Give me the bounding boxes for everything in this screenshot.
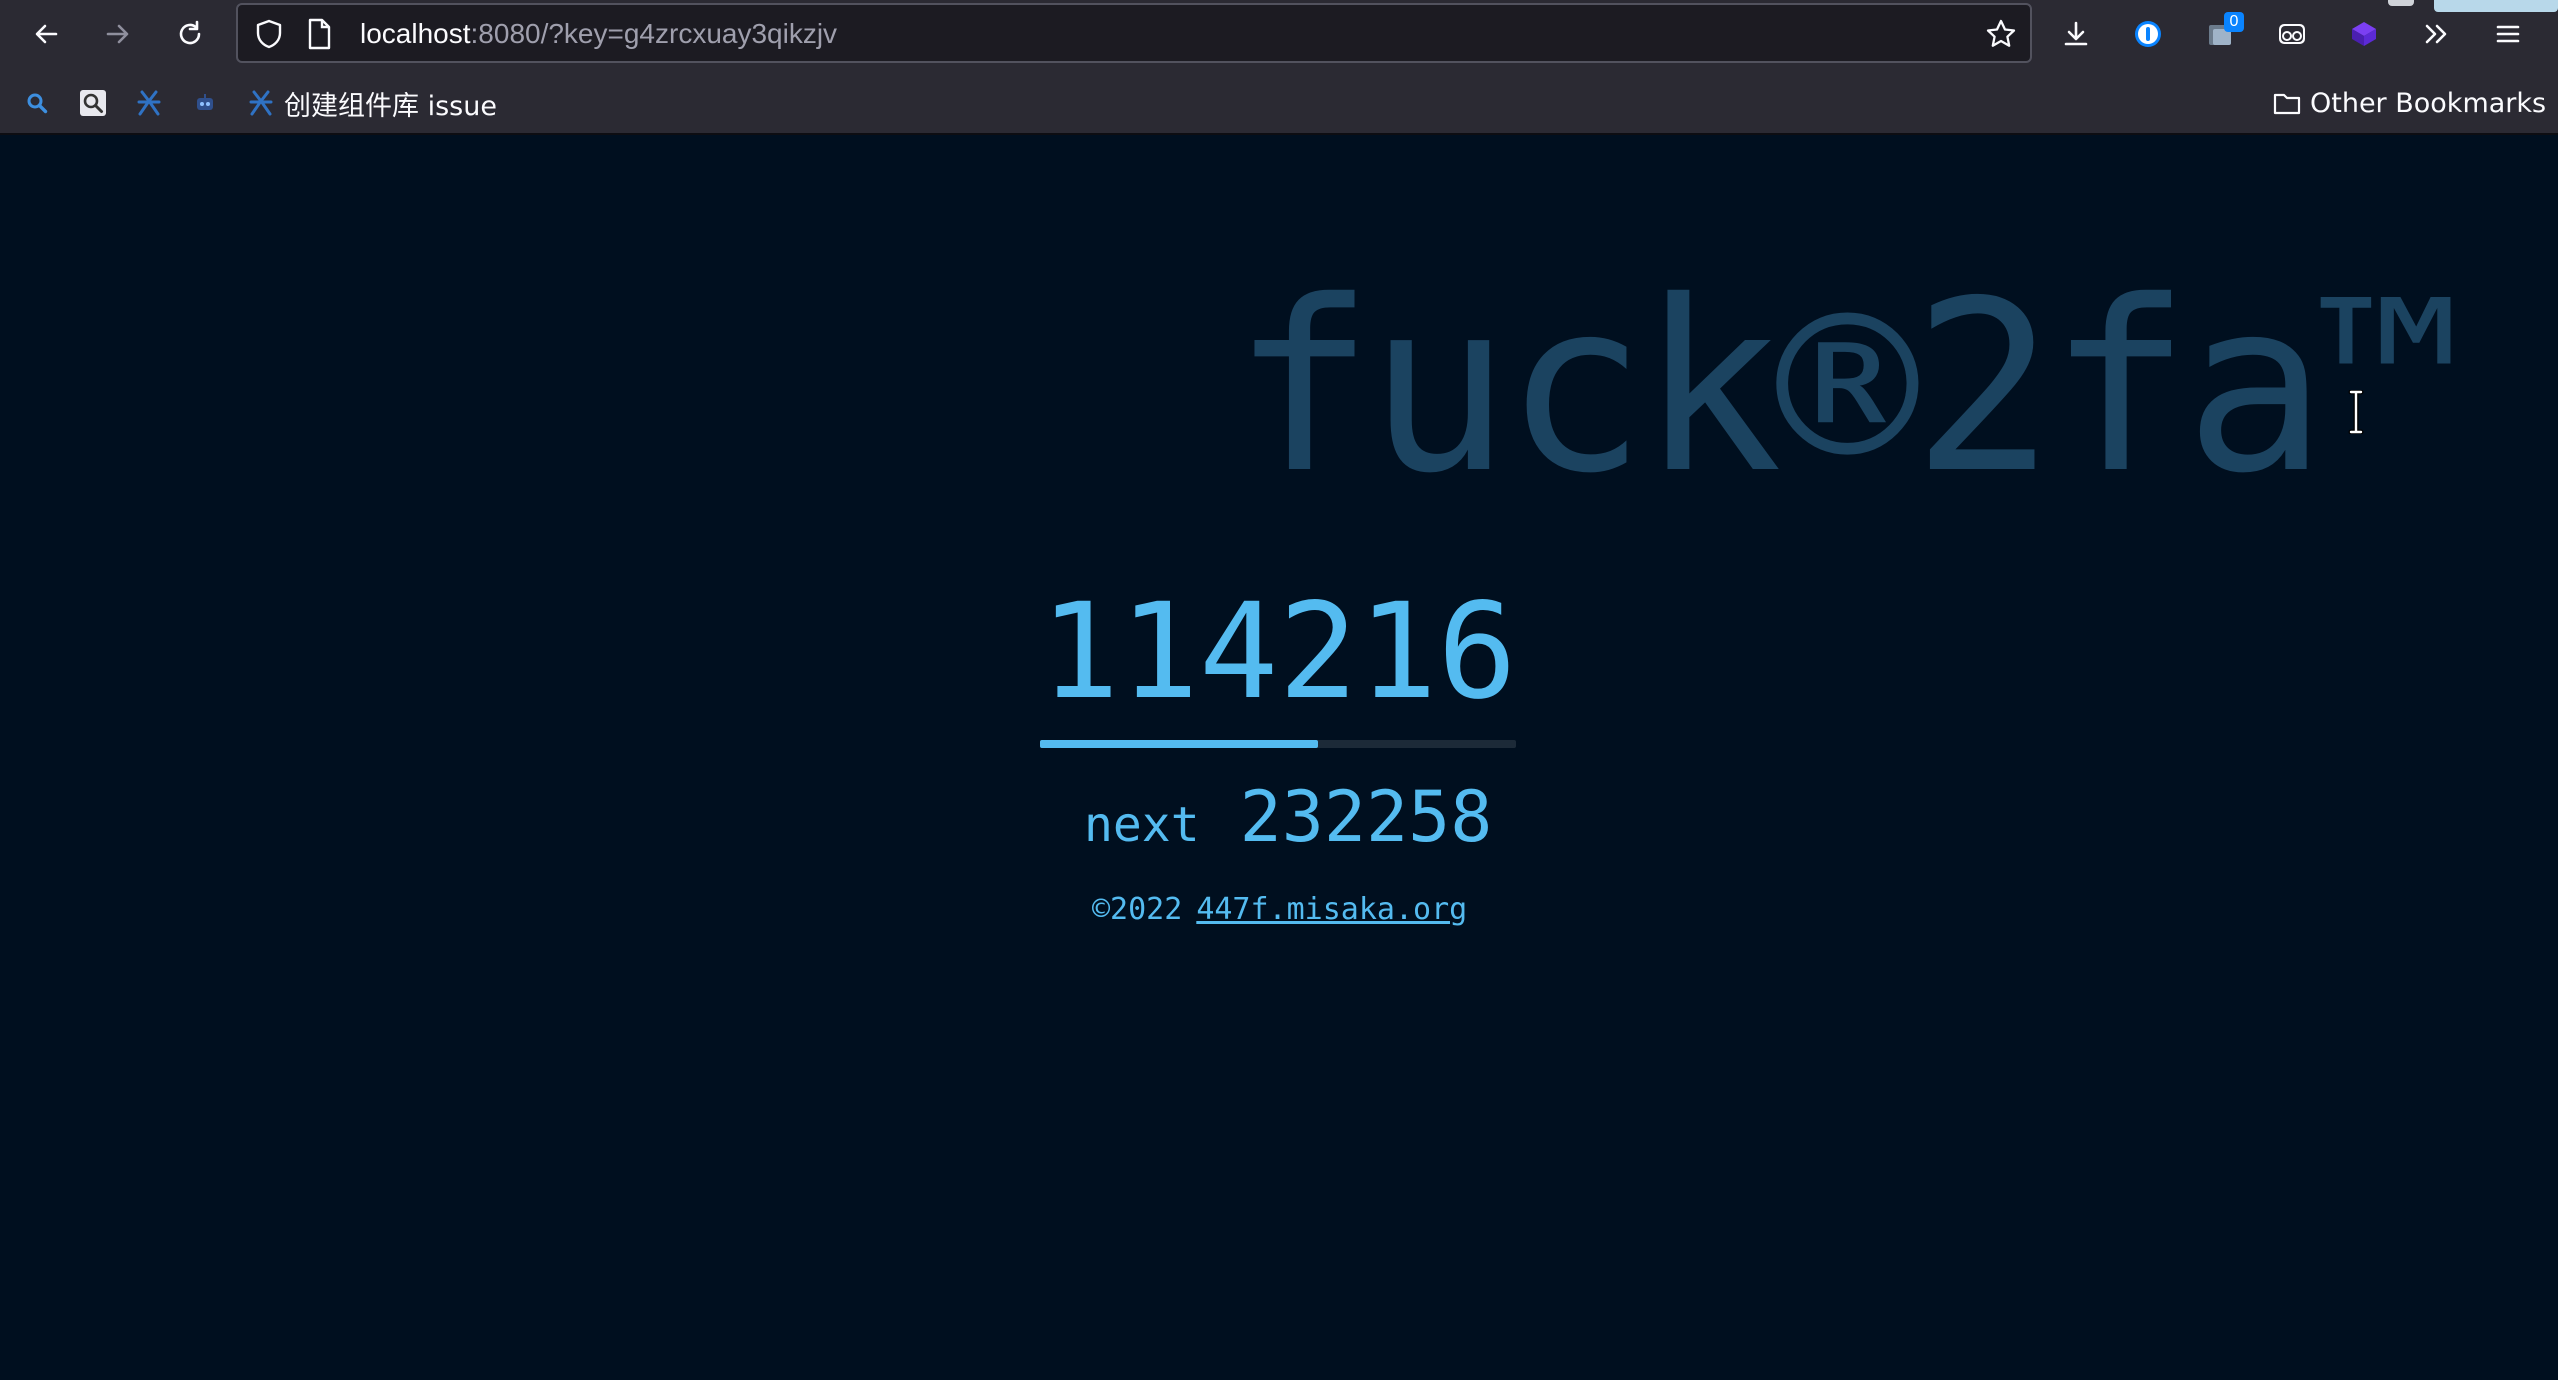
extension-glasses[interactable] (2266, 8, 2318, 60)
reload-button[interactable] (164, 8, 216, 60)
purple-cube-icon (2352, 22, 2376, 46)
next-label: next (1084, 797, 1200, 853)
copyright-text: ©2022 (1092, 892, 1183, 927)
overlay-tooltip-fragment (2434, 0, 2558, 12)
download-icon (2064, 21, 2088, 46)
browser-toolbar: localhost:8080/?key=g4zrcxuay3qikzjv 0 (0, 0, 2558, 67)
glasses-icon (2279, 24, 2305, 44)
extension-onepassword[interactable] (2122, 8, 2174, 60)
next-code-row: next 232258 (1084, 776, 1493, 858)
footer: ©2022 447f.misaka.org (1092, 892, 1467, 927)
github-bookmark-icon (137, 90, 161, 116)
url-text[interactable]: localhost:8080/?key=g4zrcxuay3qikzjv (360, 17, 837, 51)
page-info-icon[interactable] (304, 17, 334, 51)
url-path: :8080/?key=g4zrcxuay3qikzjv (470, 18, 838, 49)
bookmark-star-icon[interactable] (1984, 17, 2018, 51)
text-cursor-icon (2348, 390, 2364, 434)
forward-button[interactable] (92, 8, 144, 60)
tracking-shield-icon[interactable] (252, 17, 286, 51)
bookmark-item[interactable] (78, 84, 108, 122)
search-bookmark-icon (27, 93, 48, 114)
progress-fill (1040, 740, 1319, 748)
bookmark-item[interactable] (134, 84, 164, 122)
extension-counter[interactable]: 0 (2194, 8, 2246, 60)
reload-icon (179, 20, 201, 45)
onepassword-icon (2135, 21, 2161, 47)
current-otp-code[interactable]: 114216 (1040, 582, 1517, 722)
hamburger-menu-icon (2496, 25, 2520, 43)
chevrons-right-icon (2425, 24, 2447, 44)
bookmark-item[interactable] (190, 84, 220, 122)
bookmark-label: 创建组件库 issue (284, 90, 497, 122)
bookmark-item[interactable] (22, 84, 52, 122)
url-host: localhost (360, 18, 471, 49)
address-bar[interactable]: localhost:8080/?key=g4zrcxuay3qikzjv (236, 3, 2032, 63)
downloads-button[interactable] (2050, 8, 2102, 60)
other-bookmarks-label: Other Bookmarks (2310, 87, 2547, 119)
back-arrow-icon (35, 24, 58, 44)
more-extensions-button[interactable] (2410, 8, 2462, 60)
folder-icon (2273, 93, 2301, 115)
back-button[interactable] (20, 8, 72, 60)
bookmark-item-create-issue[interactable]: 创建组件库 issue (246, 84, 497, 122)
robot-bookmark-icon (197, 94, 213, 110)
app-menu-button[interactable] (2482, 8, 2534, 60)
extension-badge: 0 (2224, 12, 2244, 32)
next-otp-code[interactable]: 232258 (1240, 776, 1493, 858)
hero-title: fuck®2fa™ (1232, 250, 2463, 525)
magnifier-bookmark-icon (80, 90, 106, 116)
extension-purple[interactable] (2338, 8, 2390, 60)
code-validity-progress (1040, 740, 1516, 748)
window-control-fragment (2388, 0, 2414, 6)
footer-link[interactable]: 447f.misaka.org (1196, 892, 1467, 927)
forward-arrow-icon (106, 24, 129, 44)
other-bookmarks-button[interactable]: Other Bookmarks (2272, 84, 2546, 122)
github-bookmark-icon (249, 90, 273, 116)
